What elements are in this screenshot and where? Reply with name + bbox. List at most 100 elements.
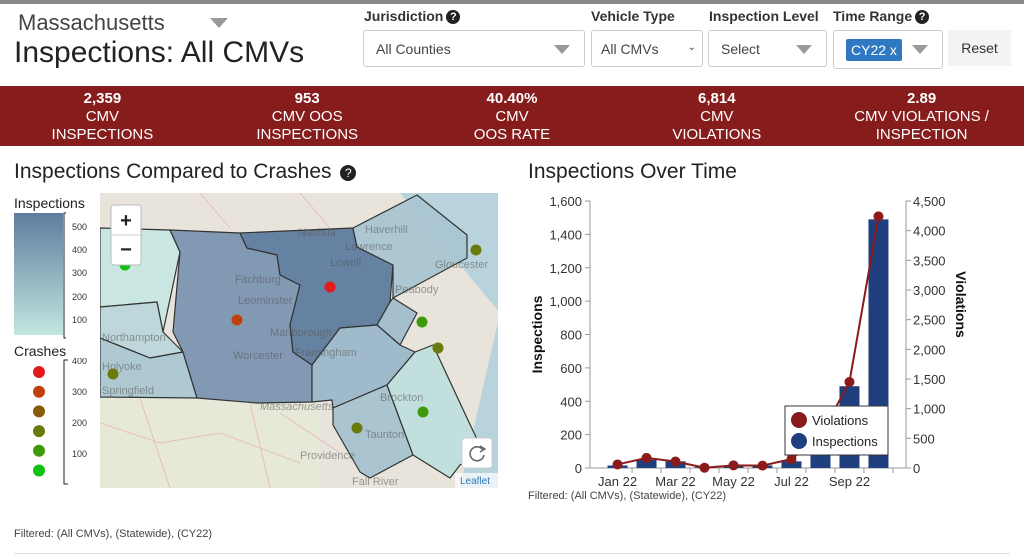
stat-label: INSPECTION <box>875 126 968 143</box>
crash-marker[interactable] <box>351 422 363 434</box>
crashes-legend-label: Crashes <box>14 343 67 359</box>
zoom-out-button[interactable]: − <box>120 239 132 261</box>
jurisdiction-select[interactable]: All Counties <box>363 30 585 67</box>
x-tick-label: Sep 22 <box>829 474 870 489</box>
inspections-legend-label: Inspections <box>14 195 85 211</box>
y2-tick-label: 1,500 <box>913 372 946 387</box>
map[interactable]: Nashua Fitchburg Leominster Worcester Ma… <box>100 193 498 488</box>
map-label: Fitchburg <box>235 274 281 286</box>
stat-label: CMV VIOLATIONS / <box>854 108 989 125</box>
inspection-level-label: Inspection Level <box>709 8 819 24</box>
y2-tick-label: 3,000 <box>913 283 946 298</box>
map-label: Worcester <box>233 350 283 362</box>
y2-tick-label: 2,000 <box>913 342 946 357</box>
state-selector[interactable]: Massachusetts <box>18 10 165 36</box>
violations-point[interactable] <box>757 460 768 471</box>
y-tick-label: 0 <box>575 461 582 476</box>
crash-marker[interactable] <box>432 342 444 354</box>
violations-point[interactable] <box>844 376 855 387</box>
time-range-chip[interactable]: CY22 x <box>846 39 902 61</box>
scale-tick: 400 <box>72 358 87 366</box>
map-label: Haverhill <box>365 224 408 236</box>
y2-tick-label: 0 <box>913 461 920 476</box>
x-tick-label: Mar 22 <box>655 474 695 489</box>
divider <box>14 553 1010 554</box>
map-title-text: Inspections Compared to Crashes <box>14 160 332 183</box>
map-label: Lawrence <box>345 241 393 253</box>
violations-point[interactable] <box>699 462 710 473</box>
stat-value: 2,359 <box>83 90 122 107</box>
y2-tick-label: 4,000 <box>913 224 946 239</box>
crash-legend-dot <box>33 366 45 378</box>
y-tick-label: 1,200 <box>549 261 582 276</box>
crash-marker[interactable] <box>416 316 428 328</box>
vehicle-type-select[interactable]: All CMVs ⌄ <box>591 30 703 67</box>
stat-value: 6,814 <box>698 90 736 107</box>
map-label: Marlborough <box>270 327 332 339</box>
time-range-select[interactable]: CY22 x <box>833 30 943 69</box>
stat-violations-per-inspection: 2.89 CMV VIOLATIONS / INSPECTION <box>819 86 1024 146</box>
top-bar <box>0 0 1024 4</box>
map-label: Lowell <box>330 257 361 269</box>
map-label: Holyoke <box>102 361 142 373</box>
stat-value: 953 <box>294 90 320 107</box>
legend-swatch <box>791 433 807 449</box>
zoom-in-button[interactable]: + <box>120 210 132 232</box>
violations-point[interactable] <box>873 211 884 222</box>
zoom-control: + − <box>110 204 142 266</box>
map-label: Brockton <box>380 392 423 404</box>
scale-tick: 500 <box>72 222 87 232</box>
crash-legend-dot <box>33 425 45 438</box>
crash-marker[interactable] <box>231 314 243 326</box>
map-label: Gloucester <box>435 259 489 271</box>
crash-marker[interactable] <box>417 406 429 418</box>
stat-oos-inspections: 953 CMV OOS INSPECTIONS <box>205 86 410 146</box>
map-label: Massachusetts <box>260 401 334 413</box>
violations-point[interactable] <box>612 459 623 470</box>
jurisdiction-value: All Counties <box>376 41 451 57</box>
y-tick-label: 200 <box>560 428 582 443</box>
help-icon[interactable]: ? <box>915 10 930 24</box>
jurisdiction-label: Jurisdiction? <box>364 8 461 24</box>
crash-marker[interactable] <box>107 368 119 380</box>
crash-marker[interactable] <box>324 281 336 293</box>
scale-tick: 200 <box>72 418 87 428</box>
map-label: Northampton <box>102 332 166 344</box>
vehicle-type-label: Vehicle Type <box>591 8 675 24</box>
y-tick-label: 600 <box>560 361 582 376</box>
map-label: Leominster <box>238 295 293 307</box>
reset-view-button[interactable] <box>461 437 493 469</box>
chevron-down-icon[interactable] <box>210 18 228 28</box>
x-tick-label: Jan 22 <box>598 474 637 489</box>
scale-tick: 400 <box>72 245 87 255</box>
inspection-level-value: Select <box>721 41 760 57</box>
stat-label: CMV <box>700 108 734 125</box>
chart-filter-footer: Filtered: (All CMVs), (Statewide), (CY22… <box>528 490 727 502</box>
inspections-over-time-chart: 0 200 400 600 800 1,000 1,200 1,400 1,600 0 500 1,0… <box>529 194 969 489</box>
violations-point[interactable] <box>786 454 797 465</box>
x-tick-label: Jul 22 <box>774 474 809 489</box>
violations-point[interactable] <box>728 460 739 471</box>
scale-tick: 300 <box>72 387 87 397</box>
legend-label: Inspections <box>812 434 878 449</box>
violations-point[interactable] <box>641 452 652 463</box>
help-icon[interactable]: ? <box>340 165 357 181</box>
stats-band: 2,359 CMV INSPECTIONS 953 CMV OOS INSPECTION… <box>0 86 1024 146</box>
stat-inspections: 2,359 CMV INSPECTIONS <box>0 86 205 146</box>
reset-button[interactable]: Reset <box>948 30 1011 66</box>
chevron-down-icon <box>796 45 812 54</box>
map-title: Inspections Compared to Crashes ? <box>14 160 357 184</box>
leaflet-attribution-link[interactable]: Leaflet <box>460 476 490 487</box>
chevron-down-icon <box>554 45 570 54</box>
stat-label: VIOLATIONS <box>672 126 762 143</box>
crash-legend-dot <box>33 444 45 457</box>
crash-marker[interactable] <box>470 244 482 256</box>
jurisdiction-label-text: Jurisdiction <box>364 8 444 24</box>
inspection-level-select[interactable]: Select <box>708 30 827 67</box>
crashes-legend: 400 300 200 100 <box>33 358 87 485</box>
y-tick-label: 1,400 <box>549 227 582 242</box>
chart-legend: Violations Inspections <box>784 405 889 456</box>
help-icon[interactable]: ? <box>446 10 461 24</box>
violations-point[interactable] <box>670 456 681 467</box>
stat-violations: 6,814 CMV VIOLATIONS <box>614 86 819 146</box>
